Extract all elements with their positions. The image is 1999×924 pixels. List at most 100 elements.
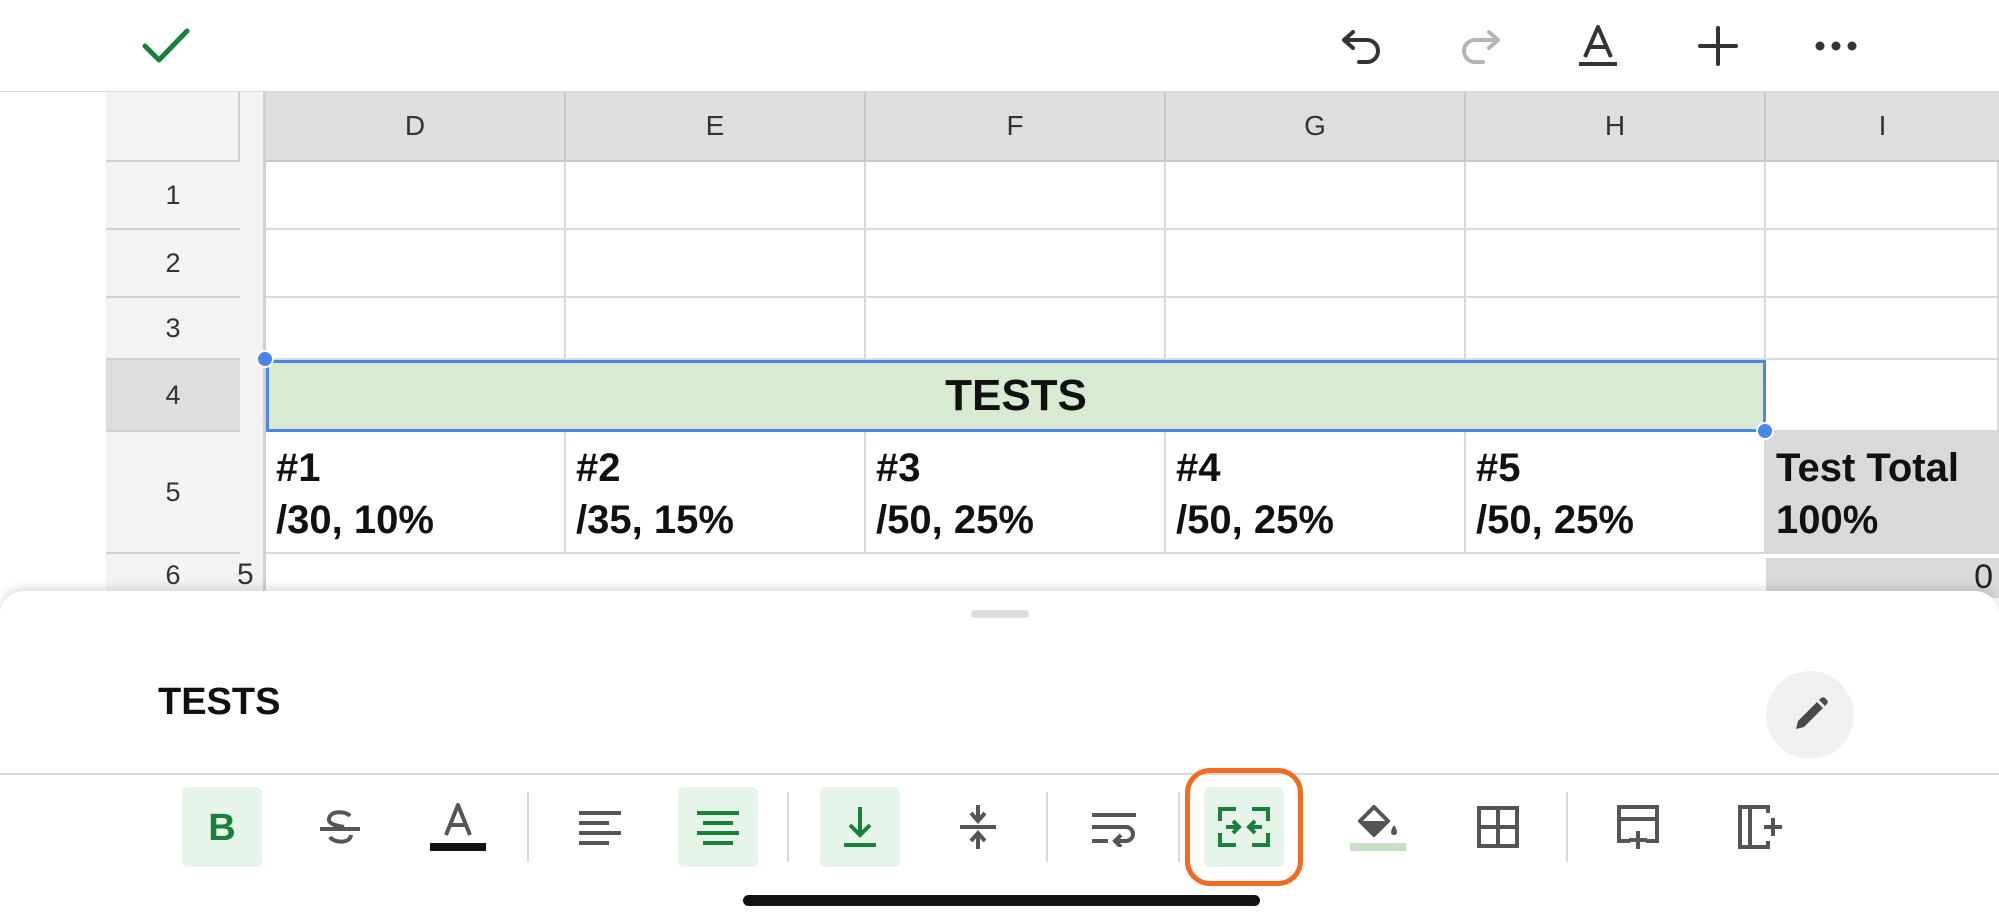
check-icon[interactable]: [136, 16, 196, 76]
svg-text:B: B: [208, 807, 235, 847]
insert-row-icon: [1617, 805, 1659, 849]
header-cell-test-3[interactable]: #3 /50, 25%: [866, 432, 1166, 554]
grid-cell[interactable]: [266, 298, 566, 360]
pencil-icon[interactable]: [1766, 671, 1854, 759]
grid-cell[interactable]: [1766, 162, 1999, 230]
header-cell-test-5[interactable]: #5 /50, 25%: [1466, 432, 1766, 554]
merged-cell-tests[interactable]: TESTS: [266, 360, 1766, 432]
header-line-2: /30, 10%: [276, 498, 434, 542]
row-header-3[interactable]: 3: [106, 298, 240, 360]
row-header-1[interactable]: 1: [106, 162, 240, 230]
header-line-2: /50, 25%: [1476, 498, 1634, 542]
fill-color-button[interactable]: [1338, 787, 1418, 867]
partial-cell-value: 5: [237, 558, 254, 591]
header-cell-test-total[interactable]: Test Total 100%: [1766, 432, 1999, 554]
text-wrap-button[interactable]: [1074, 787, 1154, 867]
valign-middle-button[interactable]: [938, 787, 1018, 867]
column-header-h[interactable]: H: [1466, 92, 1766, 162]
grid-cell[interactable]: [566, 230, 866, 298]
insert-column-button[interactable]: [1720, 787, 1800, 867]
frozen-column-divider[interactable]: [240, 92, 266, 592]
borders-button[interactable]: [1458, 787, 1538, 867]
align-left-icon: [579, 811, 621, 845]
sheet-divider: [0, 773, 1999, 775]
bold-icon: B: [208, 807, 235, 847]
align-center-icon: [697, 811, 739, 845]
grid-cell[interactable]: [1166, 298, 1466, 360]
grid-cell[interactable]: [1466, 230, 1766, 298]
grid-cell[interactable]: [1766, 360, 1999, 432]
redo-icon[interactable]: [1450, 16, 1510, 76]
grid-cell[interactable]: [266, 230, 566, 298]
strikethrough-button[interactable]: [300, 787, 380, 867]
sheet-grabber[interactable]: [971, 610, 1029, 618]
align-left-button[interactable]: [560, 787, 640, 867]
header-line-2: /50, 25%: [876, 498, 1034, 542]
grid-cell[interactable]: [566, 162, 866, 230]
top-toolbar: [0, 0, 1999, 92]
merge-cells-button[interactable]: [1185, 768, 1303, 886]
format-bottom-sheet: TESTS B: [0, 591, 1999, 924]
grid-cell[interactable]: [1766, 230, 1999, 298]
header-line-1: #5: [1476, 446, 1521, 490]
grid-cell[interactable]: [1166, 162, 1466, 230]
grid-cell[interactable]: [1466, 162, 1766, 230]
grid-cell[interactable]: [866, 162, 1166, 230]
home-indicator: [743, 895, 1260, 906]
header-line-1: #3: [876, 446, 921, 490]
row-header-2[interactable]: 2: [106, 230, 240, 298]
bold-button[interactable]: B: [182, 787, 262, 867]
header-line-2: /50, 25%: [1176, 498, 1334, 542]
header-line-1: #2: [576, 446, 621, 490]
insert-column-icon: [1738, 805, 1782, 849]
more-horizontal-icon[interactable]: [1806, 16, 1866, 76]
row-header-6[interactable]: 6: [106, 554, 240, 594]
grid-cell[interactable]: [1166, 230, 1466, 298]
cell-content-preview[interactable]: TESTS: [158, 681, 280, 724]
header-line-1: Test Total: [1776, 446, 1959, 490]
toolbar-divider: [1178, 792, 1180, 862]
header-cell-test-2[interactable]: #2 /35, 15%: [566, 432, 866, 554]
align-center-button[interactable]: [678, 787, 758, 867]
toolbar-divider: [1046, 792, 1048, 862]
header-cell-test-1[interactable]: #1 /30, 10%: [266, 432, 566, 554]
grid-cell[interactable]: [1466, 298, 1766, 360]
header-line-1: #4: [1176, 446, 1221, 490]
column-header-e[interactable]: E: [566, 92, 866, 162]
column-header-g[interactable]: G: [1166, 92, 1466, 162]
text-wrap-icon: [1092, 813, 1136, 847]
selection-handle-bottom-right[interactable]: [1756, 422, 1774, 440]
grid-cell[interactable]: [1766, 298, 1999, 360]
column-header-d[interactable]: D: [266, 92, 566, 162]
row-header-4[interactable]: 4: [106, 360, 240, 432]
column-header-f[interactable]: F: [866, 92, 1166, 162]
grid-cell[interactable]: [266, 162, 566, 230]
grid-cell[interactable]: [866, 298, 1166, 360]
header-line-2: /35, 15%: [576, 498, 734, 542]
grid-cell[interactable]: [866, 230, 1166, 298]
merge-cells-icon: [1218, 807, 1270, 847]
toolbar-divider: [1566, 792, 1568, 862]
text-color-button[interactable]: [418, 787, 498, 867]
spreadsheet-grid[interactable]: D E F G H I 1 2 3 4 5 6 #1 /30, 10% #2 /…: [0, 92, 1999, 598]
grid-cell[interactable]: [566, 298, 866, 360]
insert-row-button[interactable]: [1598, 787, 1678, 867]
valign-middle-icon: [960, 805, 996, 849]
text-format-icon[interactable]: [1568, 16, 1628, 76]
valign-bottom-icon: [844, 807, 876, 847]
undo-icon[interactable]: [1332, 16, 1392, 76]
strikethrough-icon: [320, 810, 360, 844]
row-header-5[interactable]: 5: [106, 432, 240, 554]
column-header-i[interactable]: I: [1766, 92, 1999, 162]
header-line-1: #1: [276, 446, 321, 490]
text-color-icon: [430, 803, 486, 851]
plus-icon[interactable]: [1688, 16, 1748, 76]
select-all-corner[interactable]: [106, 92, 240, 162]
toolbar-divider: [527, 792, 529, 862]
toolbar-divider: [787, 792, 789, 862]
selection-handle-top-left[interactable]: [256, 350, 274, 368]
borders-icon: [1477, 806, 1519, 848]
header-cell-test-4[interactable]: #4 /50, 25%: [1166, 432, 1466, 554]
header-line-2: 100%: [1776, 498, 1879, 542]
valign-bottom-button[interactable]: [820, 787, 900, 867]
